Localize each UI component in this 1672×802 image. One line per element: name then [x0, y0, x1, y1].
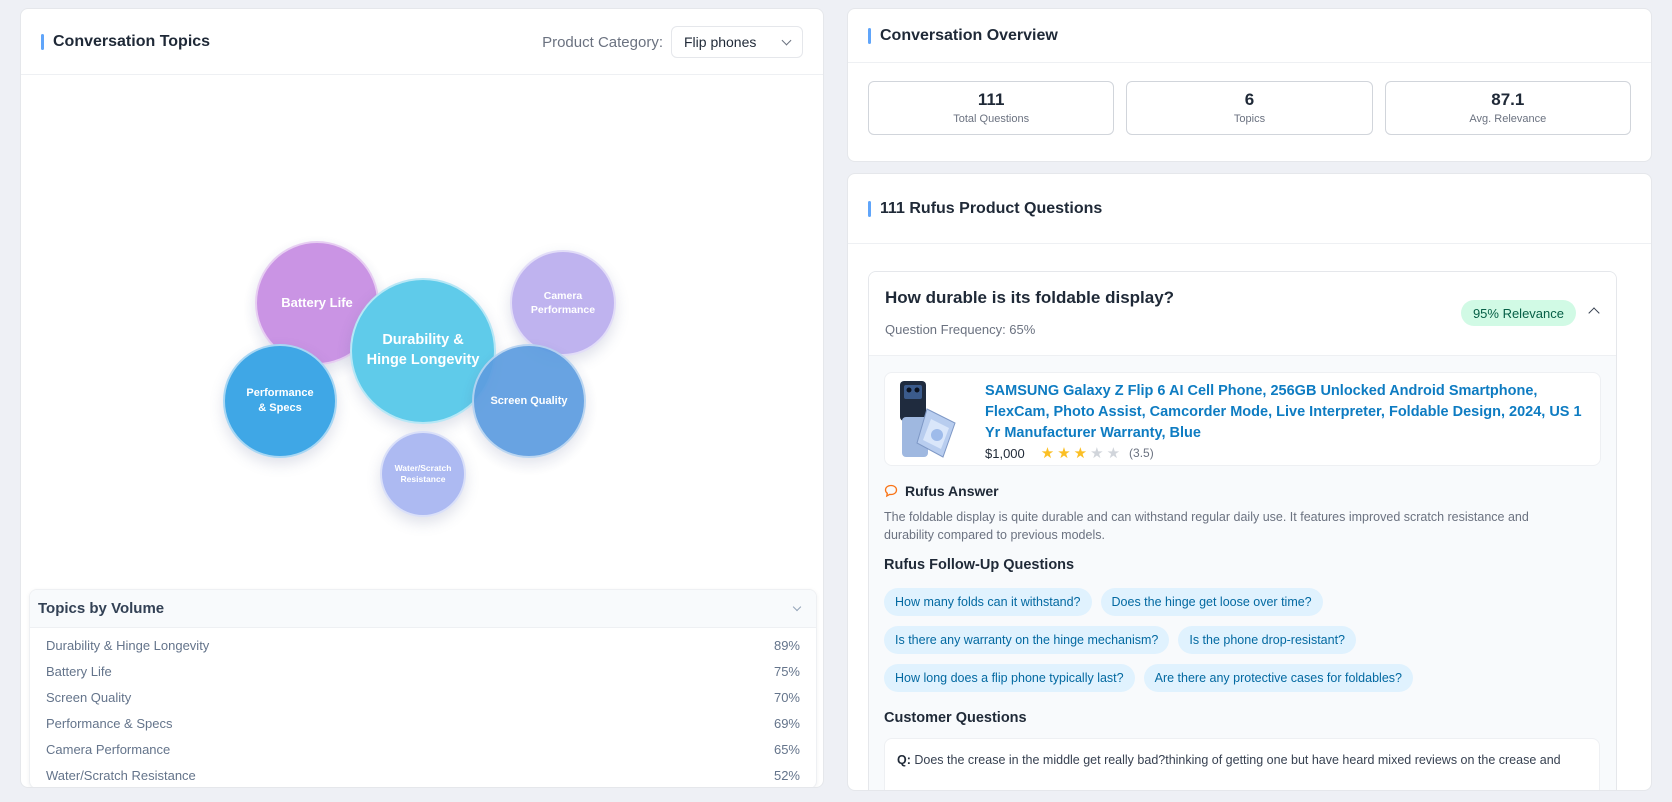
star-icon: ★ — [1073, 445, 1091, 462]
conversation-overview-panel: Conversation Overview 111 Total Question… — [847, 8, 1652, 162]
stat-avg-relevance: 87.1 Avg. Relevance — [1384, 81, 1631, 135]
topics-by-volume-title: Topics by Volume — [38, 600, 165, 617]
bubble-label: Durability & Hinge Longevity — [366, 332, 480, 368]
topic-row: Durability & Hinge Longevity 89% — [46, 638, 800, 653]
overview-header: Conversation Overview — [848, 9, 1651, 63]
bubble-label: Screen Quality — [490, 394, 568, 407]
product-meta: $1,000 ★★★★★ (3.5) — [985, 444, 1154, 462]
bubble-label: Water/Scratch Resistance — [394, 462, 452, 484]
category-value: Flip phones — [684, 34, 757, 50]
title-accent-bar — [868, 27, 871, 44]
panel-title: Conversation Overview — [880, 26, 1058, 44]
relevance-badge: 95% Relevance — [1460, 300, 1576, 326]
followup-chip[interactable]: Is there any warranty on the hinge mecha… — [884, 626, 1170, 654]
product-questions-panel: 111 Rufus Product Questions How durable … — [847, 173, 1652, 791]
chevron-down-icon[interactable] — [792, 602, 802, 612]
bubble-water-scratch[interactable]: Water/Scratch Resistance — [380, 431, 466, 517]
stat-caption: Topics — [1233, 113, 1266, 125]
star-icon: ★ — [1106, 445, 1124, 462]
question-card-header[interactable]: How durable is its foldable display? Que… — [869, 272, 1616, 356]
bubble-label: Battery Life — [281, 295, 353, 311]
stat-total-questions: 111 Total Questions — [868, 81, 1115, 135]
topic-row: Battery Life 75% — [46, 664, 800, 679]
bubble-label: Performance & Specs — [246, 387, 314, 414]
bubble-performance[interactable]: Performance & Specs — [223, 344, 337, 458]
category-filter: Product Category: Flip phones — [542, 26, 803, 58]
bubble-label: Camera Performance — [530, 289, 596, 316]
followup-chip[interactable]: Are there any protective cases for folda… — [1143, 664, 1413, 692]
rufus-answer-text: The foldable display is quite durable an… — [884, 510, 1529, 542]
rating-value: (3.5) — [1129, 446, 1154, 460]
customer-questions-heading: Customer Questions — [884, 710, 1027, 726]
panel-title: Conversation Topics — [53, 32, 211, 50]
topic-row: Screen Quality 70% — [46, 690, 800, 705]
rufus-answer-heading: Rufus Answer — [884, 483, 999, 499]
followup-chips: How many folds can it withstand? Does th… — [884, 588, 1584, 702]
bubble-screen-quality[interactable]: Screen Quality — [472, 344, 586, 458]
chat-bubble-icon — [884, 484, 898, 498]
phone-image — [900, 381, 956, 458]
star-icon: ★ — [1057, 445, 1074, 462]
stat-topics: 6 Topics — [1126, 81, 1373, 135]
conversation-topics-panel: Conversation Topics Product Category: Fl… — [20, 8, 824, 788]
customer-question-text: Does the crease in the middle get really… — [914, 753, 1561, 767]
topics-header: Conversation Topics Product Category: Fl… — [21, 9, 823, 75]
question-card: How durable is its foldable display? Que… — [868, 271, 1617, 790]
stats-row: 111 Total Questions 6 Topics 87.1 Avg. R… — [848, 63, 1651, 135]
product-title-link[interactable]: SAMSUNG Galaxy Z Flip 6 AI Cell Phone, 2… — [985, 381, 1585, 444]
panel-title: 111 Rufus Product Questions — [880, 199, 1103, 217]
title-accent-bar — [868, 200, 871, 217]
q-prefix: Q: — [897, 753, 911, 767]
stat-caption: Avg. Relevance — [1469, 113, 1547, 125]
stat-value: 6 — [1244, 90, 1255, 109]
questions-header: 111 Rufus Product Questions — [848, 174, 1651, 244]
bubble-camera[interactable]: Camera Performance — [510, 250, 616, 356]
topic-list: Durability & Hinge Longevity 89% Battery … — [30, 628, 816, 787]
topic-row: Performance & Specs 69% — [46, 716, 800, 731]
category-label: Product Category: — [542, 33, 663, 51]
followup-chip[interactable]: Does the hinge get loose over time? — [1100, 588, 1323, 616]
category-select[interactable]: Flip phones — [671, 26, 803, 58]
topic-bubble-chart: Battery Life Durability & Hinge Longevit… — [21, 76, 823, 592]
topics-by-volume-header[interactable]: Topics by Volume — [30, 590, 816, 628]
stat-value: 87.1 — [1491, 90, 1525, 109]
star-icon: ★ — [1090, 445, 1107, 462]
chevron-down-icon — [781, 35, 792, 45]
stat-caption: Total Questions — [953, 113, 1030, 125]
followup-chip[interactable]: Is the phone drop-resistant? — [1178, 626, 1356, 654]
star-rating: ★★★★★ — [1041, 444, 1123, 462]
title-accent-bar — [41, 33, 44, 50]
customer-question-item: Q: Does the crease in the middle get rea… — [884, 738, 1600, 790]
followup-chip[interactable]: How long does a flip phone typically las… — [884, 664, 1135, 692]
star-icon: ★ — [1040, 445, 1058, 462]
topics-by-volume: Topics by Volume Durability & Hinge Long… — [29, 589, 817, 787]
product-card: SAMSUNG Galaxy Z Flip 6 AI Cell Phone, 2… — [884, 372, 1601, 466]
stat-value: 111 — [977, 90, 1005, 109]
answer-label: Rufus Answer — [905, 483, 999, 499]
followup-heading: Rufus Follow-Up Questions — [884, 557, 1075, 573]
chevron-up-icon[interactable] — [1588, 307, 1600, 319]
product-price: $1,000 — [985, 445, 1025, 461]
topic-row: Water/Scratch Resistance 52% — [46, 768, 800, 783]
topic-row: Camera Performance 65% — [46, 742, 800, 757]
followup-chip[interactable]: How many folds can it withstand? — [884, 588, 1092, 616]
